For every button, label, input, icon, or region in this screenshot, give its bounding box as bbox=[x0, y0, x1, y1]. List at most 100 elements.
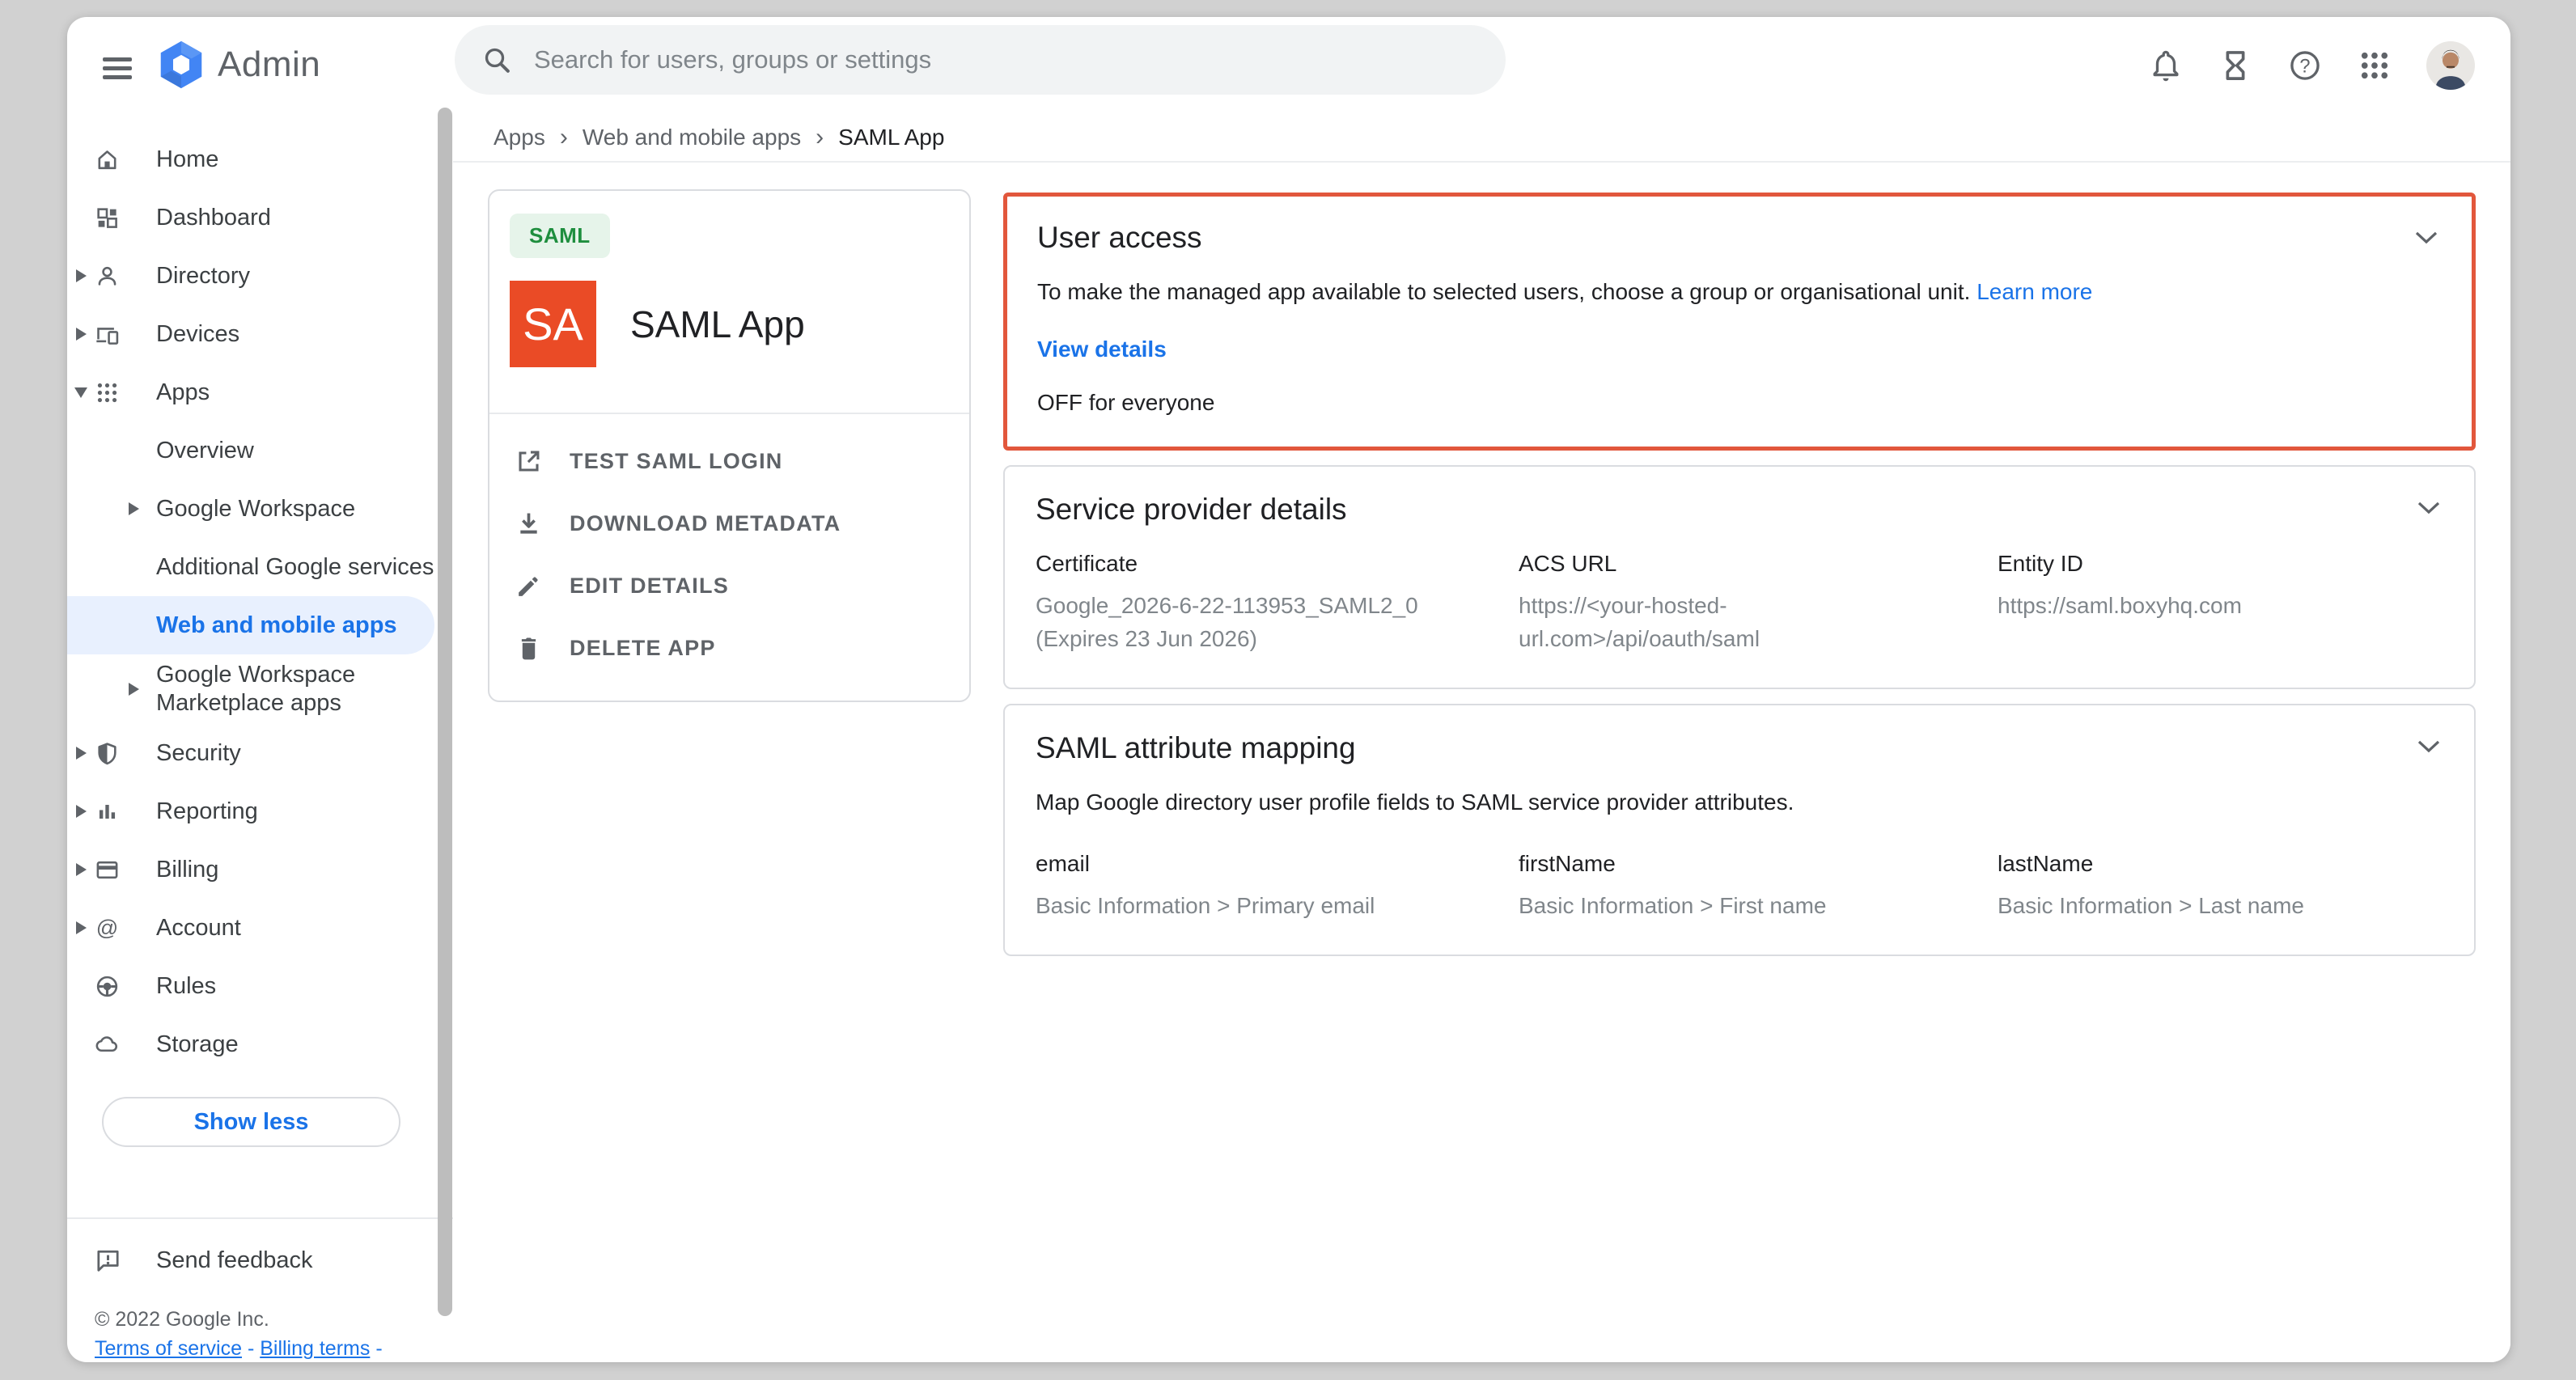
sidebar-item-account[interactable]: @ Account bbox=[67, 899, 453, 957]
send-feedback-button[interactable]: Send feedback bbox=[67, 1225, 453, 1295]
menu-icon[interactable] bbox=[103, 57, 132, 79]
panel-title: User access bbox=[1037, 221, 2442, 255]
sidebar-item-directory[interactable]: Directory bbox=[67, 247, 453, 305]
download-metadata-button[interactable]: DOWNLOAD METADATA bbox=[489, 493, 969, 555]
learn-more-link[interactable]: Learn more bbox=[1976, 279, 2092, 304]
sidebar-scrollbar[interactable] bbox=[438, 108, 452, 1316]
acs-url-field: ACS URL https://<your-hosted-url.com>/ap… bbox=[1519, 551, 1998, 655]
email-mapping-field: email Basic Information > Primary email bbox=[1036, 851, 1519, 923]
expand-caret-icon bbox=[129, 683, 139, 696]
tasks-button[interactable] bbox=[2218, 48, 2253, 83]
sidebar-item-dashboard[interactable]: Dashboard bbox=[67, 188, 453, 247]
footer-links: Terms of service - Billing terms - bbox=[95, 1337, 453, 1361]
open-in-new-icon bbox=[514, 447, 544, 476]
feedback-icon bbox=[95, 1247, 156, 1274]
test-saml-login-button[interactable]: TEST SAML LOGIN bbox=[489, 430, 969, 493]
home-icon bbox=[95, 147, 156, 172]
search-bar[interactable] bbox=[455, 25, 1506, 95]
sidebar-item-web-and-mobile-apps[interactable]: Web and mobile apps bbox=[67, 596, 434, 654]
download-icon bbox=[514, 509, 544, 539]
expand-caret-icon bbox=[76, 921, 87, 934]
edit-details-button[interactable]: EDIT DETAILS bbox=[489, 555, 969, 617]
hourglass-icon bbox=[2218, 49, 2252, 83]
devices-icon bbox=[95, 322, 156, 347]
bell-icon bbox=[2149, 49, 2183, 83]
certificate-value: Google_2026-6-22-113953_SAML2_0 bbox=[1036, 590, 1489, 623]
sidebar-item-billing[interactable]: Billing bbox=[67, 840, 453, 899]
notifications-button[interactable] bbox=[2148, 48, 2184, 83]
google-admin-logo[interactable]: Admin bbox=[158, 40, 320, 90]
person-icon bbox=[95, 264, 156, 289]
chevron-down-icon bbox=[2413, 231, 2439, 244]
shield-icon bbox=[95, 741, 156, 766]
dashboard-icon bbox=[95, 205, 156, 231]
sidebar-item-overview[interactable]: Overview bbox=[67, 421, 453, 480]
collapse-panel-button[interactable] bbox=[2416, 501, 2442, 519]
top-bar-actions: ? bbox=[2148, 17, 2475, 113]
breadcrumb-current: SAML App bbox=[838, 125, 944, 150]
acs-url-value: https://<your-hosted-url.com>/api/oauth/… bbox=[1519, 590, 1786, 655]
breadcrumb-web-and-mobile-apps[interactable]: Web and mobile apps bbox=[583, 125, 801, 150]
entity-id-value: https://saml.boxyhq.com bbox=[1998, 590, 2443, 623]
at-sign-icon: @ bbox=[95, 916, 156, 941]
panel-title: Service provider details bbox=[1036, 493, 2443, 527]
apps-grid-icon bbox=[95, 380, 156, 405]
expand-caret-icon bbox=[129, 502, 139, 515]
sidebar-item-home[interactable]: Home bbox=[67, 130, 453, 188]
admin-console-window: Admin ? bbox=[67, 17, 2510, 1362]
sidebar-item-security[interactable]: Security bbox=[67, 724, 453, 782]
chevron-down-icon bbox=[2416, 739, 2442, 753]
panel-title: SAML attribute mapping bbox=[1036, 731, 2443, 765]
sidebar-item-rules[interactable]: Rules bbox=[67, 957, 453, 1015]
app-summary-card: SAML SA SAML App TEST SAML LOGIN DO bbox=[488, 189, 971, 702]
billing-terms-link[interactable]: Billing terms bbox=[260, 1337, 370, 1360]
show-less-button[interactable]: Show less bbox=[102, 1097, 400, 1147]
collapse-panel-button[interactable] bbox=[2416, 739, 2442, 757]
chevron-down-icon bbox=[2416, 501, 2442, 514]
collapse-panel-button[interactable] bbox=[2413, 231, 2439, 248]
user-access-panel: User access To make the managed app avai… bbox=[1003, 193, 2476, 451]
product-name: Admin bbox=[218, 44, 320, 85]
sidebar-item-google-workspace[interactable]: Google Workspace bbox=[67, 480, 453, 538]
sidebar-item-reporting[interactable]: Reporting bbox=[67, 782, 453, 840]
cloud-icon bbox=[95, 1032, 156, 1057]
expand-caret-icon bbox=[76, 269, 87, 282]
sidebar-item-marketplace-apps[interactable]: Google Workspace Marketplace apps bbox=[67, 654, 453, 724]
wheel-icon bbox=[95, 974, 156, 999]
sidebar-nav: Home Dashboard Directory bbox=[67, 113, 453, 1362]
certificate-field: Certificate Google_2026-6-22-113953_SAML… bbox=[1036, 551, 1519, 655]
search-input[interactable] bbox=[534, 45, 1506, 74]
admin-hexagon-icon bbox=[158, 40, 205, 90]
service-provider-panel: Service provider details Certificate Goo… bbox=[1003, 465, 2476, 689]
pencil-icon bbox=[514, 571, 544, 601]
collapse-caret-icon bbox=[74, 387, 87, 398]
copyright-text: © 2022 Google Inc. bbox=[95, 1308, 453, 1331]
user-access-status: OFF for everyone bbox=[1037, 390, 2442, 416]
view-details-link[interactable]: View details bbox=[1037, 337, 1167, 362]
attribute-mapping-panel: SAML attribute mapping Map Google direct… bbox=[1003, 704, 2476, 956]
breadcrumb: Apps › Web and mobile apps › SAML App bbox=[453, 113, 2510, 163]
delete-app-button[interactable]: DELETE APP bbox=[489, 617, 969, 679]
account-avatar[interactable] bbox=[2426, 41, 2475, 90]
breadcrumb-separator: › bbox=[560, 124, 568, 151]
help-button[interactable]: ? bbox=[2287, 48, 2323, 83]
trash-icon bbox=[514, 633, 544, 663]
terms-of-service-link[interactable]: Terms of service bbox=[95, 1337, 242, 1360]
expand-caret-icon bbox=[76, 805, 87, 818]
sidebar-divider bbox=[67, 1217, 453, 1219]
breadcrumb-apps[interactable]: Apps bbox=[494, 125, 545, 150]
sidebar-item-devices[interactable]: Devices bbox=[67, 305, 453, 363]
expand-caret-icon bbox=[76, 328, 87, 341]
app-tile: SA bbox=[510, 281, 596, 367]
breadcrumb-separator: › bbox=[816, 124, 824, 151]
lastname-mapping-field: lastName Basic Information > Last name bbox=[1998, 851, 2443, 923]
top-bar: Admin ? bbox=[67, 17, 2510, 113]
sidebar-item-additional-google-services[interactable]: Additional Google services bbox=[67, 538, 453, 596]
help-icon: ? bbox=[2288, 49, 2322, 83]
app-title: SAML App bbox=[630, 303, 805, 346]
firstname-mapping-field: firstName Basic Information > First name bbox=[1519, 851, 1998, 923]
sidebar-item-apps[interactable]: Apps bbox=[67, 363, 453, 421]
google-apps-button[interactable] bbox=[2357, 48, 2392, 83]
expand-caret-icon bbox=[76, 747, 87, 760]
sidebar-item-storage[interactable]: Storage bbox=[67, 1015, 453, 1073]
